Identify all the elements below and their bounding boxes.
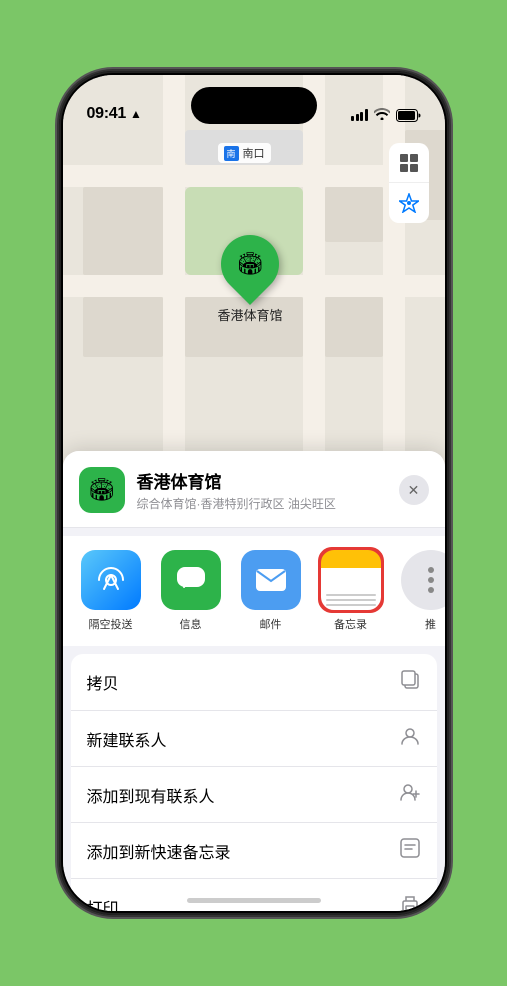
action-copy[interactable]: 拷贝 xyxy=(71,654,437,711)
print-icon xyxy=(399,893,421,911)
new-contact-icon xyxy=(399,725,421,752)
location-header: 🏟 香港体育馆 综合体育馆·香港特别行政区 油尖旺区 ✕ xyxy=(63,451,445,528)
print-label: 打印 xyxy=(87,895,119,912)
action-new-contact[interactable]: 新建联系人 xyxy=(71,711,437,767)
messages-icon xyxy=(161,550,221,610)
signal-bars-icon xyxy=(351,109,368,121)
copy-icon xyxy=(399,668,421,696)
phone-frame: 09:41 ▲ xyxy=(59,71,449,915)
share-messages[interactable]: 信息 xyxy=(159,550,223,632)
quick-note-icon xyxy=(399,837,421,864)
notes-label: 备忘录 xyxy=(334,616,367,632)
share-more[interactable]: 推 xyxy=(399,550,445,632)
location-arrow-icon: ▲ xyxy=(130,107,142,121)
dynamic-island xyxy=(191,87,317,124)
mail-icon xyxy=(241,550,301,610)
more-icon xyxy=(401,550,445,610)
map-south-entrance-label: 南 南口 xyxy=(218,143,271,163)
map-area[interactable]: 南 南口 xyxy=(63,75,445,495)
share-mail[interactable]: 邮件 xyxy=(239,550,303,632)
stadium-marker[interactable]: 🏟 香港体育馆 xyxy=(218,235,283,324)
notes-icon-wrapper xyxy=(321,550,381,610)
share-airdrop[interactable]: 隔空投送 xyxy=(79,550,143,632)
airdrop-icon xyxy=(81,550,141,610)
add-to-contact-label: 添加到现有联系人 xyxy=(87,783,215,807)
bottom-sheet: 🏟 香港体育馆 综合体育馆·香港特别行政区 油尖旺区 ✕ xyxy=(63,451,445,911)
location-info: 香港体育馆 综合体育馆·香港特别行政区 油尖旺区 xyxy=(137,468,387,512)
action-add-to-contact[interactable]: 添加到现有联系人 xyxy=(71,767,437,823)
location-name: 香港体育馆 xyxy=(137,468,387,493)
more-label: 推 xyxy=(425,616,436,632)
location-description: 综合体育馆·香港特别行政区 油尖旺区 xyxy=(137,495,387,512)
status-time: 09:41 xyxy=(87,105,126,123)
close-button[interactable]: ✕ xyxy=(399,475,429,505)
action-list: 拷贝 新建联系人 xyxy=(71,654,437,911)
home-indicator xyxy=(187,898,321,903)
marker-label: 香港体育馆 xyxy=(218,305,283,324)
new-contact-label: 新建联系人 xyxy=(87,727,167,751)
messages-label: 信息 xyxy=(180,616,202,632)
mail-label: 邮件 xyxy=(260,616,282,632)
status-icons xyxy=(351,107,421,123)
location-header-icon: 🏟 xyxy=(79,467,125,513)
battery-icon xyxy=(396,109,421,122)
add-to-contact-icon xyxy=(399,781,421,808)
airdrop-label: 隔空投送 xyxy=(89,616,133,632)
share-row: 隔空投送 信息 xyxy=(63,536,445,646)
location-button[interactable] xyxy=(389,183,429,223)
notes-icon xyxy=(321,550,381,610)
stadium-icon: 🏟 xyxy=(236,251,264,277)
quick-note-label: 添加到新快速备忘录 xyxy=(87,839,231,863)
map-controls xyxy=(389,143,429,223)
phone-screen: 09:41 ▲ xyxy=(63,75,445,911)
share-notes[interactable]: 备忘录 xyxy=(319,550,383,632)
action-print[interactable]: 打印 xyxy=(71,879,437,911)
wifi-icon xyxy=(374,107,390,123)
action-quick-note[interactable]: 添加到新快速备忘录 xyxy=(71,823,437,879)
map-layers-button[interactable] xyxy=(389,143,429,183)
copy-label: 拷贝 xyxy=(87,670,119,694)
marker-pin: 🏟 xyxy=(209,223,291,305)
